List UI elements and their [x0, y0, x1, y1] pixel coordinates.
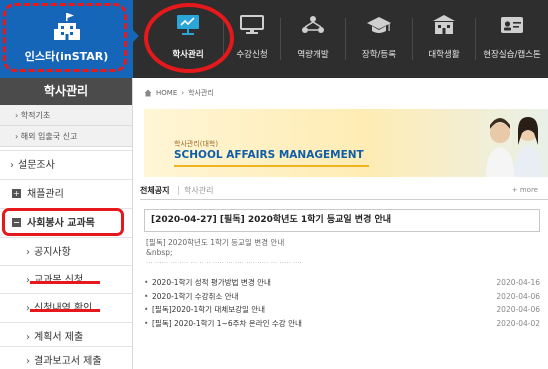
- sidebar-item-course-apply[interactable]: ›교과목 신청: [0, 265, 132, 295]
- list-item-title: [필독] 2020-1학기 1~6주차 온라인 수강 안내: [152, 318, 302, 328]
- sidebar-item-label: 계획서 제출: [34, 332, 84, 343]
- preview-line: &nbsp;: [146, 248, 173, 257]
- highlight-dashed-frame: [3, 3, 127, 72]
- monitor-icon: [240, 15, 264, 34]
- campus-building-icon: [433, 15, 455, 34]
- chevron-right-icon: ›: [10, 160, 14, 171]
- institution-logo[interactable]: 인스타(inSTAR): [0, 0, 133, 78]
- home-icon: [144, 89, 152, 97]
- students-photo: [486, 117, 542, 177]
- sidebar-sub-item-records[interactable]: › 학적기초: [0, 105, 132, 126]
- breadcrumb-separator: ›: [181, 89, 185, 97]
- sidebar-sub-label: 해외 입출국 신고: [20, 132, 78, 141]
- sidebar-title: 학사관리: [0, 78, 132, 105]
- list-item-date: 2020-04-06: [496, 291, 540, 301]
- list-item[interactable]: • 2020-1학기 수강취소 안내 2020-04-06: [144, 290, 540, 304]
- plus-square-icon: +: [12, 188, 21, 198]
- nav-item-field-practice[interactable]: 현장실습/캡스톤: [476, 0, 548, 78]
- tab-academic-affairs[interactable]: 학사관리: [184, 185, 213, 196]
- more-link[interactable]: + more: [512, 186, 538, 194]
- highlight-underline: [30, 309, 100, 312]
- sidebar-item-chapel[interactable]: + 채플관리: [0, 179, 132, 209]
- preview-line: [필독] 2020학년도 1학기 등교일 변경 안내: [146, 238, 285, 247]
- highlight-underline: [30, 281, 100, 284]
- sidebar-item-notice[interactable]: › 공지사항: [0, 237, 132, 267]
- sidebar-sub-item-overseas[interactable]: › 해외 입출국 신고: [0, 126, 132, 147]
- nav-label: 수강신청: [236, 50, 268, 60]
- nav-label: 학사관리: [172, 50, 204, 60]
- list-item-date: 2020-04-16: [496, 278, 540, 287]
- notice-list: • 2020-1학기 성적 평가방법 변경 안내 2020-04-16 • 2020…: [144, 276, 540, 330]
- list-item-title: [필독]2020-1학기 대체보강일 안내: [152, 305, 266, 314]
- breadcrumb: HOME › 학사관리: [144, 88, 214, 98]
- list-item-date: 2020-04-02: [496, 318, 540, 328]
- chevron-right-icon: ›: [26, 275, 30, 286]
- chevron-right-icon: ›: [26, 303, 30, 314]
- graduation-cap-icon: [367, 17, 391, 33]
- list-item-title: 2020-1학기 수강취소 안내: [152, 291, 239, 301]
- list-item-title: 2020-1학기 성적 평가방법 변경 안내: [152, 278, 271, 287]
- sidebar-item-label: 설문조사: [18, 160, 55, 171]
- bullet-icon: •: [144, 278, 149, 287]
- tab-divider: [178, 186, 179, 195]
- nav-item-scholarship[interactable]: 장학/등록: [346, 0, 412, 78]
- list-item[interactable]: • [필독]2020-1학기 대체보강일 안내 2020-04-06: [144, 303, 540, 317]
- breadcrumb-current: 학사관리: [188, 89, 214, 97]
- list-item-date: 2020-04-06: [496, 305, 540, 314]
- presentation-board-icon: [177, 15, 199, 35]
- sidebar-item-application-history[interactable]: ›신청내역 확인: [0, 293, 132, 323]
- sidebar-sub-label: 학적기초: [20, 111, 51, 120]
- logo-pointer-arrow: [133, 30, 139, 42]
- list-item[interactable]: • 2020-1학기 성적 평가방법 변경 안내 2020-04-16: [144, 276, 540, 290]
- preview-line-blurred: ··· ······ ··· ···· ··· ·· ·· ····· ··· …: [146, 259, 302, 267]
- nav-label: 역량개발: [297, 50, 329, 60]
- nav-item-campus-life[interactable]: 대학생활: [413, 0, 475, 78]
- main-content: HOME › 학사관리 학사관리(대학) SCHOOL AFFAIRS MANA…: [134, 78, 548, 369]
- nav-item-academic-affairs[interactable]: 학사관리: [153, 0, 223, 78]
- highlight-box: [2, 208, 124, 236]
- chevron-right-icon: ›: [26, 247, 30, 258]
- sidebar-item-label: 공지사항: [34, 247, 71, 258]
- sidebar-item-survey[interactable]: › 설문조사: [0, 150, 132, 180]
- sidebar-item-label: 채플관리: [27, 189, 64, 200]
- tab-all-notices[interactable]: 전체공지: [140, 185, 169, 196]
- id-card-icon: [501, 17, 523, 33]
- network-people-icon: [302, 16, 324, 33]
- notice-tabs: 전체공지 학사관리 + more: [140, 182, 548, 200]
- banner-underline: [174, 165, 369, 167]
- sidebar: 학사관리 › 학적기초 › 해외 입출국 신고 › 설문조사 + 채플관리 − 사회봉…: [0, 78, 133, 369]
- banner-title: SCHOOL AFFAIRS MANAGEMENT: [174, 149, 364, 161]
- chevron-right-icon: ›: [26, 356, 30, 367]
- sidebar-item-report-submit[interactable]: › 결과보고서 제출: [0, 346, 132, 369]
- list-item[interactable]: • [필독] 2020-1학기 1~6주차 온라인 수강 안내 2020-04-0…: [144, 317, 540, 331]
- section-banner: 학사관리(대학) SCHOOL AFFAIRS MANAGEMENT: [144, 109, 548, 177]
- nav-label: 현장실습/캡스톤: [483, 50, 541, 60]
- nav-label: 대학생활: [428, 50, 460, 60]
- sidebar-item-label: 결과보고서 제출: [34, 356, 102, 367]
- breadcrumb-home[interactable]: HOME: [156, 89, 177, 97]
- top-nav: 학사관리 수강신청 역량개발 장학/등록 대학생활 현장실습/캡스톤: [133, 0, 548, 78]
- featured-notice-title[interactable]: [2020-04-27] [필독] 2020학년도 1학기 등교일 변경 안내: [144, 209, 540, 232]
- nav-item-competency[interactable]: 역량개발: [281, 0, 345, 78]
- banner-subtitle: 학사관리(대학): [174, 140, 219, 148]
- nav-label: 장학/등록: [361, 50, 397, 60]
- featured-notice-preview: [필독] 2020학년도 1학기 등교일 변경 안내 &nbsp; ··· ··…: [146, 238, 536, 267]
- nav-item-course-registration[interactable]: 수강신청: [224, 0, 280, 78]
- bullet-icon: •: [144, 318, 149, 328]
- bullet-icon: •: [144, 305, 149, 314]
- bullet-icon: •: [144, 291, 149, 301]
